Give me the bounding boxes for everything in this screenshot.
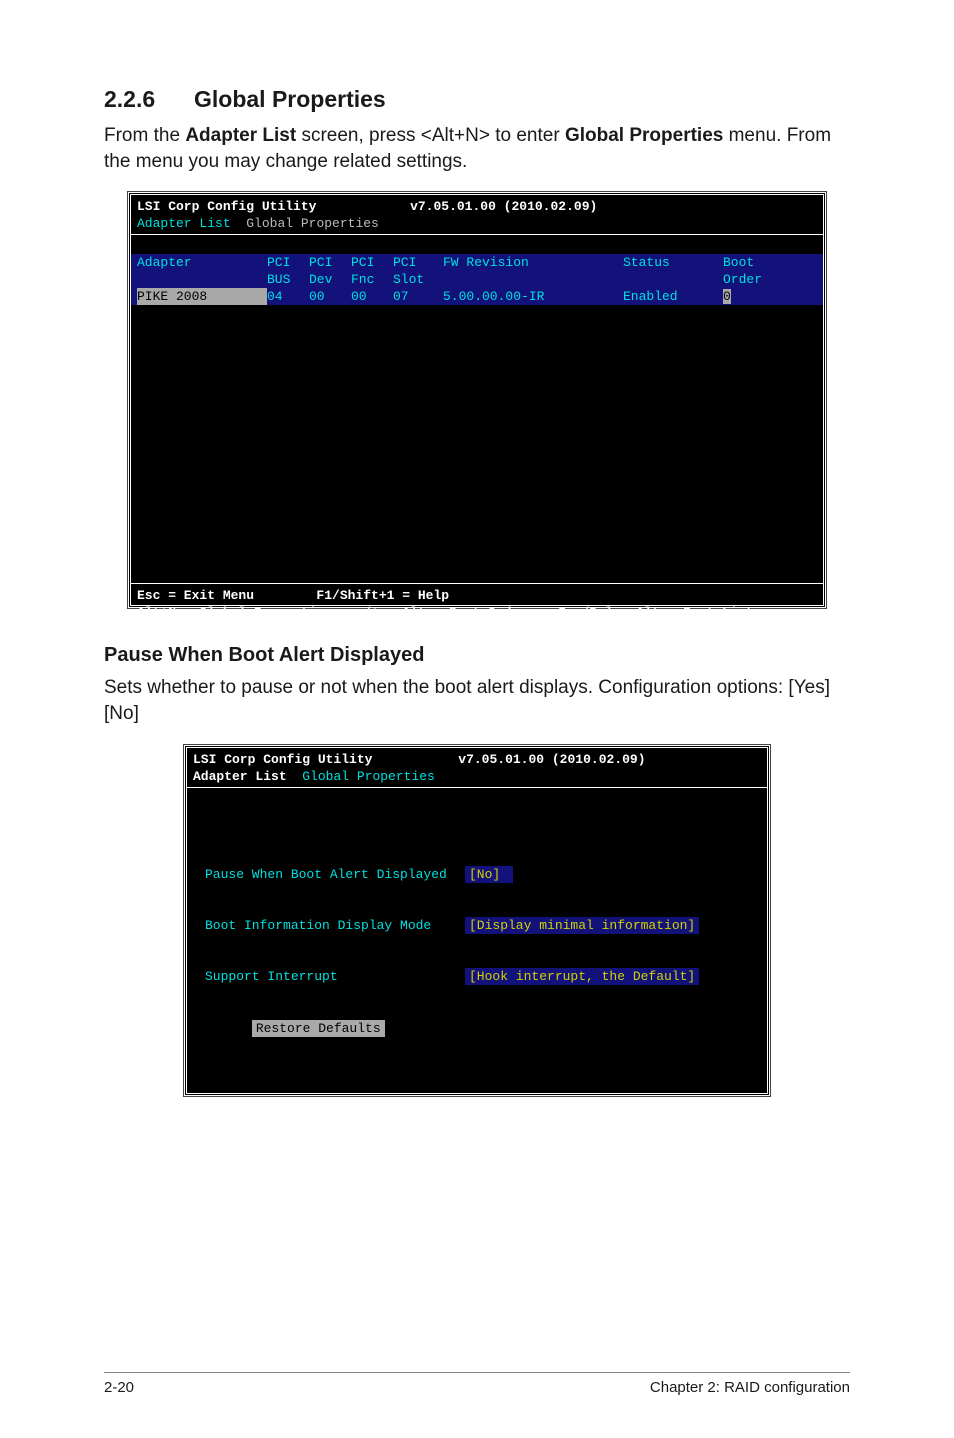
term-title-left: LSI Corp Config Utility (137, 199, 316, 214)
setting-value: [Hook interrupt, the Default] (465, 968, 699, 985)
pci-fnc: 00 (351, 288, 393, 305)
fw-revision: 5.00.00.00-IR (443, 288, 623, 305)
pci-dev: 00 (309, 288, 351, 305)
bios-screenshot-global-properties: LSI Corp Config Utility v7.05.01.00 (201… (184, 745, 770, 1096)
footer-line-1: Esc = Exit Menu F1/Shift+1 = Help (193, 1115, 497, 1130)
setting-row: Boot Information Display Mode [Display m… (205, 917, 749, 934)
term-footer: Esc = Exit Menu F1/Shift+1 = Help Alt+N … (187, 1110, 767, 1152)
section-number: 2.2.6 (104, 86, 194, 113)
col-status: Status (623, 254, 723, 271)
boot-order: 0 (723, 289, 731, 304)
setting-value: [No] (465, 866, 513, 883)
setting-label: Pause When Boot Alert Displayed (205, 866, 465, 883)
pause-heading: Pause When Boot Alert Displayed (104, 644, 850, 667)
col-pci: PCI (351, 254, 393, 271)
text: From the (104, 125, 185, 146)
footer-line-1: Esc = Exit Menu F1/Shift+1 = Help (137, 588, 449, 603)
term-footer: Esc = Exit Menu F1/Shift+1 = Help Alt+N … (131, 583, 823, 625)
term-titlebar: LSI Corp Config Utility v7.05.01.00 (201… (131, 195, 823, 235)
text: screen, press <Alt+N> to enter (296, 125, 565, 146)
col-boot: Boot (723, 254, 793, 271)
setting-label: Boot Information Display Mode (205, 917, 465, 934)
adapter-row: PIKE 2008040000075.00.00.00-IREnabled0 (131, 288, 823, 305)
page-number: 2-20 (104, 1379, 134, 1396)
adapter-name: PIKE 2008 (137, 288, 267, 305)
column-headers-row2: BUSDevFncSlot Order (131, 271, 823, 288)
text-bold: Adapter List (185, 125, 296, 146)
col-dev: Dev (309, 271, 351, 288)
term-body: AdapterPCIPCIPCIPCIFW RevisionStatusBoot… (131, 235, 823, 583)
page-footer: 2-20 Chapter 2: RAID configuration (104, 1372, 850, 1396)
setting-label: Support Interrupt (205, 968, 465, 985)
col-slot: Slot (393, 271, 443, 288)
col-pci: PCI (393, 254, 443, 271)
breadcrumb-2: Global Properties (246, 216, 379, 231)
setting-row: Support Interrupt [Hook interrupt, the D… (205, 968, 749, 985)
section-title: 2.2.6 Global Properties (104, 86, 850, 113)
col-pci: PCI (267, 254, 309, 271)
chapter-label: Chapter 2: RAID configuration (650, 1379, 850, 1396)
col-adapter: Adapter (137, 254, 267, 271)
col-fnc: Fnc (351, 271, 393, 288)
col-fw: FW Revision (443, 254, 623, 271)
intro-paragraph: From the Adapter List screen, press <Alt… (104, 123, 850, 174)
restore-defaults-button: Restore Defaults (252, 1020, 385, 1037)
term-titlebar: LSI Corp Config Utility v7.05.01.00 (201… (187, 748, 767, 788)
term-title-left: LSI Corp Config Utility (193, 752, 372, 767)
term-body: Pause When Boot Alert Displayed [No] Boo… (187, 788, 767, 1110)
setting-value: [Display minimal information] (465, 917, 699, 934)
status: Enabled (623, 288, 723, 305)
bios-screenshot-adapter-list: LSI Corp Config Utility v7.05.01.00 (201… (128, 192, 826, 608)
section-heading: Global Properties (194, 86, 386, 113)
col-pci: PCI (309, 254, 351, 271)
pci-bus: 04 (267, 288, 309, 305)
term-title-right: v7.05.01.00 (2010.02.09) (410, 199, 597, 214)
breadcrumb-2: Global Properties (302, 769, 435, 784)
pci-slot: 07 (393, 288, 443, 305)
footer-line-2: Alt+N = Adapter List -/+ = Change Item (193, 1132, 497, 1147)
term-title-right: v7.05.01.00 (2010.02.09) (458, 752, 645, 767)
breadcrumb-1: Adapter List (193, 769, 287, 784)
setting-row: Pause When Boot Alert Displayed [No] (205, 866, 749, 883)
breadcrumb-1: Adapter List (137, 216, 231, 231)
text-bold: Global Properties (565, 125, 723, 146)
column-headers-row1: AdapterPCIPCIPCIPCIFW RevisionStatusBoot (131, 254, 823, 271)
col-order: Order (723, 271, 793, 288)
pause-text: Sets whether to pause or not when the bo… (104, 675, 850, 726)
footer-line-2: Alt+N = Global Properties -/+ = Alter Bo… (137, 605, 753, 620)
col-bus: BUS (267, 271, 309, 288)
